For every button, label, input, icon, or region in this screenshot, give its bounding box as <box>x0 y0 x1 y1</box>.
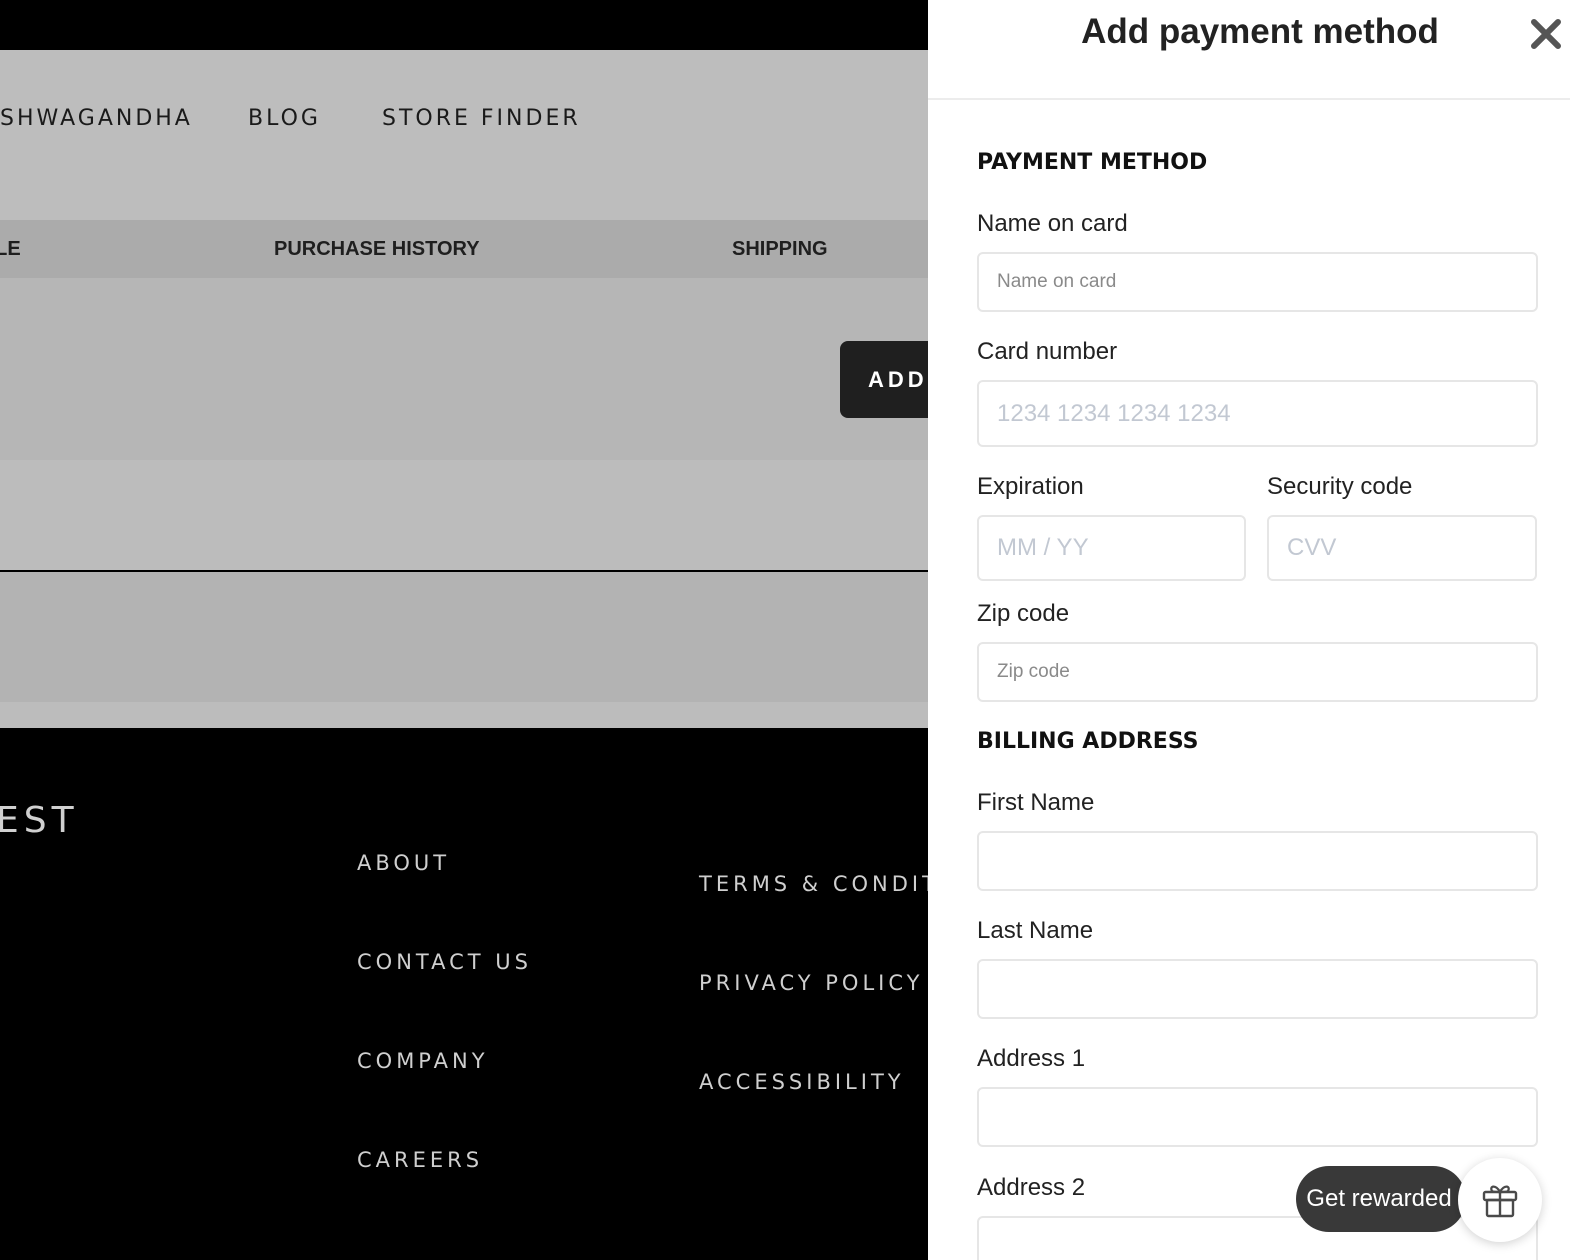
nav-item-ashwagandha[interactable]: ASHWAGANDHA <box>0 106 193 131</box>
footer-link-contact-us[interactable]: CONTACT US <box>357 950 532 974</box>
nav-item-store-finder[interactable]: STORE FINDER <box>382 106 581 131</box>
address1-label: Address 1 <box>977 1045 1086 1072</box>
gift-icon <box>1482 1185 1518 1218</box>
card-number-input[interactable] <box>977 380 1538 447</box>
footer-brand: EST <box>0 800 79 841</box>
top-bar <box>0 0 930 50</box>
first-name-label: First Name <box>977 789 1095 816</box>
footer-link-careers[interactable]: CAREERS <box>357 1148 483 1172</box>
add-payment-drawer: Add payment method PAYMENT METHOD Name o… <box>928 0 1570 1260</box>
main-nav <box>0 50 930 220</box>
card-number-label: Card number <box>977 338 1118 365</box>
footer-link-company[interactable]: COMPANY <box>357 1049 489 1073</box>
content-panel-2 <box>0 460 930 570</box>
first-name-input[interactable] <box>977 831 1538 891</box>
security-code-label: Security code <box>1267 473 1413 500</box>
name-on-card-input[interactable] <box>977 252 1538 312</box>
last-name-label: Last Name <box>977 917 1094 944</box>
background-page: ASHWAGANDHA BLOG STORE FINDER PROFILE PU… <box>0 0 930 1260</box>
tab-profile[interactable]: PROFILE <box>0 238 21 261</box>
footer-link-accessibility[interactable]: ACCESSIBILITY <box>699 1070 905 1094</box>
content-panel <box>0 278 930 460</box>
add-payment-button[interactable]: ADD <box>840 341 930 418</box>
expiration-label: Expiration <box>977 473 1084 500</box>
drawer-title: Add payment method <box>1081 12 1439 51</box>
close-icon[interactable] <box>1526 14 1566 54</box>
name-on-card-label: Name on card <box>977 210 1128 237</box>
rewards-launcher-button[interactable] <box>1458 1158 1542 1242</box>
last-name-input[interactable] <box>977 959 1538 1019</box>
footer-link-privacy-policy[interactable]: PRIVACY POLICY <box>699 971 923 995</box>
footer-link-terms[interactable]: TERMS & CONDITIONS <box>699 872 930 896</box>
expiration-input[interactable] <box>977 515 1246 581</box>
zip-code-input[interactable] <box>977 642 1538 702</box>
content-panel-3 <box>0 572 930 702</box>
address2-label: Address 2 <box>977 1174 1086 1201</box>
nav-item-blog[interactable]: BLOG <box>248 106 321 131</box>
billing-address-heading: BILLING ADDRESS <box>977 729 1199 754</box>
tab-shipping[interactable]: SHIPPING <box>732 238 828 261</box>
tab-purchase-history[interactable]: PURCHASE HISTORY <box>274 238 480 261</box>
zip-code-label: Zip code <box>977 600 1070 627</box>
drawer-header: Add payment method <box>928 0 1570 100</box>
security-code-input[interactable] <box>1267 515 1537 581</box>
content-panel-4 <box>0 702 930 728</box>
footer-link-about[interactable]: ABOUT <box>357 851 450 875</box>
address1-input[interactable] <box>977 1087 1538 1147</box>
payment-method-heading: PAYMENT METHOD <box>977 150 1208 175</box>
get-rewarded-button[interactable]: Get rewarded <box>1296 1166 1478 1232</box>
